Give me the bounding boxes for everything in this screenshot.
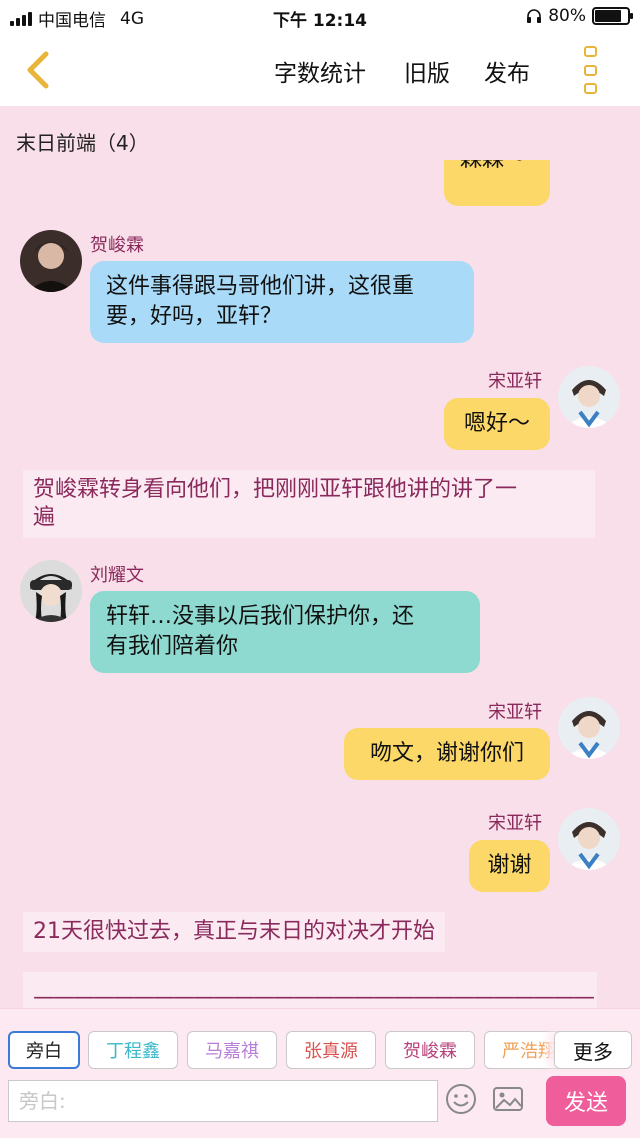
send-button[interactable]: 发送 <box>546 1076 626 1126</box>
status-bar: 中国电信 4G 下午 12:14 80% <box>0 0 640 34</box>
sender-name: 宋亚轩 <box>488 702 542 723</box>
message-text-line: 轩轩…没事以后我们保护你，还 <box>106 604 415 629</box>
avatar-image <box>20 230 82 292</box>
message-text-line: 吻文，谢谢你们 <box>369 741 524 766</box>
old-version-button[interactable]: 旧版 <box>404 54 450 88</box>
message-text-line: 嗯好～ <box>463 411 530 436</box>
avatar[interactable] <box>20 560 82 622</box>
character-chip[interactable]: 旁白 <box>8 1031 80 1069</box>
narration-line: 贺峻霖转身看向他们，把刚刚亚轩跟他讲的讲了一 <box>33 477 518 502</box>
character-label: 严浩翔 <box>502 1041 556 1062</box>
character-chip[interactable]: 张真源 <box>286 1031 376 1069</box>
avatar[interactable] <box>20 230 82 292</box>
word-count-button[interactable]: 字数统计 <box>274 54 366 88</box>
message-bubble[interactable]: 谢谢 <box>469 840 550 892</box>
narration-block[interactable]: ———————————————————————————— <box>23 972 597 1008</box>
character-label: 旁白 <box>26 1041 62 1062</box>
group-title: 末日前端（4） <box>16 131 149 155</box>
message-text: 森森～ <box>460 160 526 172</box>
character-label: 丁程鑫 <box>106 1041 160 1062</box>
avatar[interactable] <box>558 697 620 759</box>
character-label: 马嘉祺 <box>205 1041 259 1062</box>
avatar[interactable] <box>558 808 620 870</box>
image-button[interactable] <box>491 1082 525 1116</box>
narration-block[interactable]: 贺峻霖转身看向他们，把刚刚亚轩跟他讲的讲了一 遍 <box>23 470 595 538</box>
chevron-left-icon <box>27 51 49 89</box>
message-text-line: 这件事得跟马哥他们讲，这很重 <box>106 274 415 299</box>
narration-line: 遍 <box>33 505 56 530</box>
sender-name: 宋亚轩 <box>488 371 542 392</box>
message-text-line: 谢谢 <box>487 853 532 878</box>
character-chip[interactable]: 马嘉祺 <box>187 1031 277 1069</box>
sender-name: 宋亚轩 <box>488 813 542 834</box>
battery-fill <box>595 10 621 22</box>
character-chip[interactable]: 丁程鑫 <box>88 1031 178 1069</box>
menu-button[interactable] <box>578 46 602 94</box>
narration-line: 21天很快过去，真正与末日的对决才开始 <box>33 919 435 944</box>
avatar-image <box>558 697 620 759</box>
message-input[interactable] <box>8 1080 438 1122</box>
publish-button[interactable]: 发布 <box>484 54 530 88</box>
battery-icon <box>592 7 633 25</box>
emoji-button[interactable] <box>444 1082 478 1116</box>
character-label: 贺峻霖 <box>403 1041 457 1062</box>
narration-block[interactable]: 21天很快过去，真正与末日的对决才开始 <box>23 912 445 952</box>
message-text-line: 要，好吗，亚轩？ <box>106 304 283 329</box>
image-icon <box>493 1087 523 1111</box>
sender-name: 刘耀文 <box>90 565 144 586</box>
battery-percent: 80% <box>548 6 586 26</box>
message-bubble[interactable]: 嗯好～ <box>444 398 550 450</box>
message-bubble[interactable]: 这件事得跟马哥他们讲，这很重 要，好吗，亚轩？ <box>90 261 474 343</box>
narration-line: ———————————————————————————— <box>33 985 595 1008</box>
message-text-line: 有我们陪着你 <box>106 634 239 659</box>
message-bubble[interactable]: 吻文，谢谢你们 <box>344 728 550 780</box>
character-selector: 旁白 丁程鑫 马嘉祺 张真源 贺峻霖 严浩翔 更多 <box>0 1008 640 1072</box>
sender-name: 贺峻霖 <box>90 235 144 256</box>
avatar-image <box>20 560 82 622</box>
avatar-image <box>558 808 620 870</box>
menu-dot <box>583 83 597 94</box>
chat-area[interactable]: 森森～ 贺峻霖 这件事得跟马哥他们讲，这很重 要，好吗，亚轩？ 宋亚轩 嗯好～ … <box>0 160 640 1008</box>
message-bubble[interactable]: 森森～ <box>444 160 550 206</box>
nav-bar: 字数统计 旧版 发布 <box>0 34 640 106</box>
status-right: 80% <box>526 6 633 26</box>
menu-dot <box>583 64 597 76</box>
more-characters-button[interactable]: 更多 <box>554 1031 632 1069</box>
avatar-image <box>558 366 620 428</box>
avatar[interactable] <box>558 366 620 428</box>
input-bar: 发送 <box>0 1072 640 1138</box>
character-label: 张真源 <box>304 1041 358 1062</box>
menu-dots-icon <box>583 46 597 57</box>
headphones-icon <box>527 9 542 23</box>
back-button[interactable] <box>18 48 62 92</box>
message-bubble[interactable]: 轩轩…没事以后我们保护你，还 有我们陪着你 <box>90 591 480 673</box>
smiley-icon <box>446 1084 476 1114</box>
character-chip[interactable]: 贺峻霖 <box>385 1031 475 1069</box>
